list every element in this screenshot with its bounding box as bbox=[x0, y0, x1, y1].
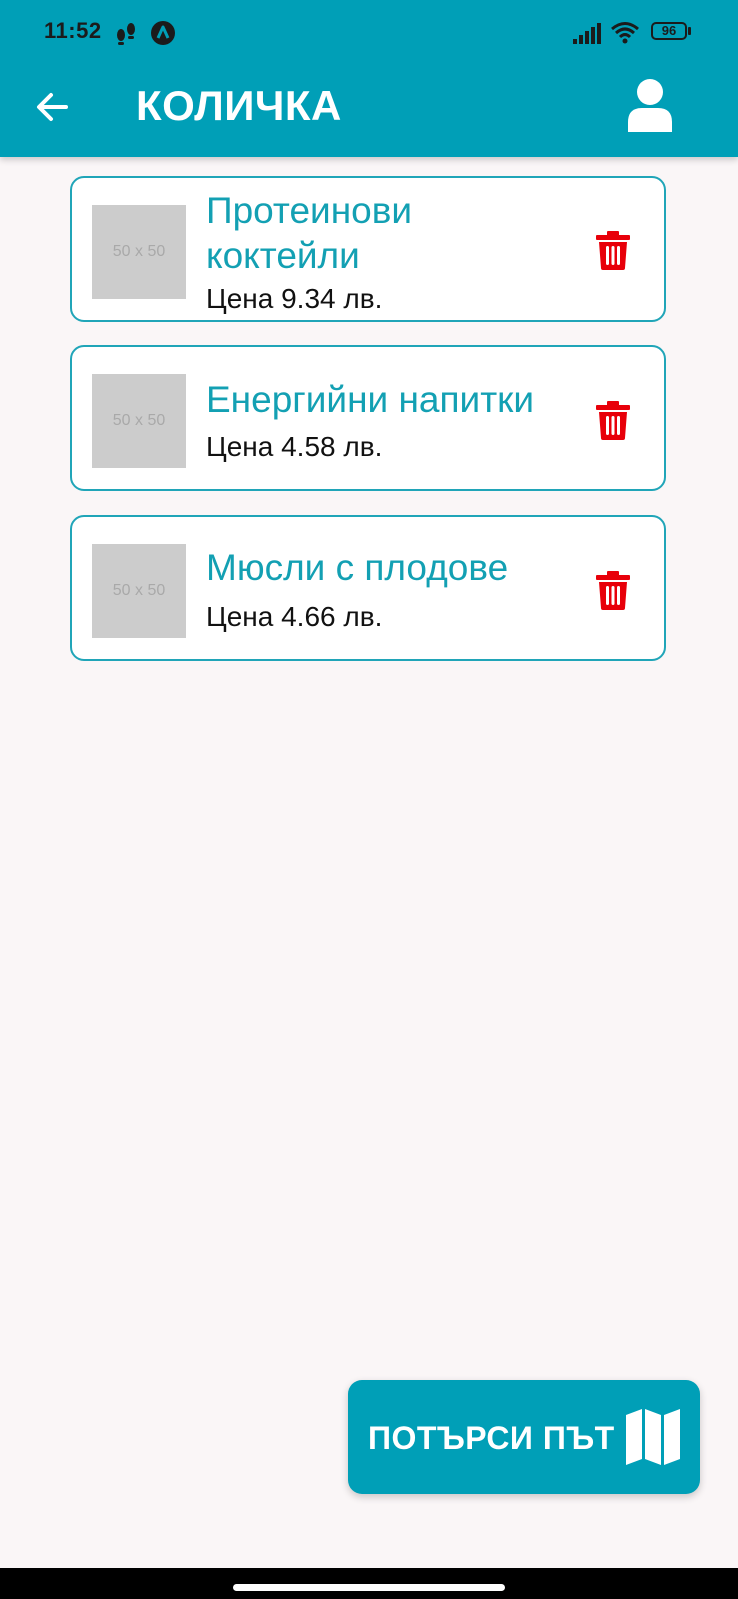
thumbnail-placeholder-text: 50 x 50 bbox=[112, 412, 166, 429]
product-name-line: коктейли bbox=[206, 235, 360, 276]
wifi-icon bbox=[611, 22, 639, 44]
product-name: Енергийни напитки bbox=[206, 379, 534, 420]
thumbnail-placeholder-text: 50 x 50 bbox=[112, 243, 166, 260]
product-thumbnail: 50 x 50 bbox=[92, 544, 186, 638]
find-route-label: ПОТЪРСИ ПЪТ bbox=[368, 1420, 615, 1456]
battery-icon: 96 bbox=[651, 22, 691, 42]
status-bar: 11:52 96 bbox=[0, 0, 738, 68]
product-price: Цена 9.34 лв. bbox=[206, 283, 383, 314]
app-notification-icon bbox=[151, 21, 175, 45]
cart-item: 50 x 50 Мюсли с плодове Цена 4.66 лв. bbox=[70, 515, 666, 661]
product-price: Цена 4.58 лв. bbox=[206, 431, 383, 462]
user-icon[interactable] bbox=[626, 78, 674, 132]
cart-item: 50 x 50 Протеинови коктейли Цена 9.34 лв… bbox=[70, 176, 666, 322]
back-arrow-icon[interactable] bbox=[30, 84, 76, 130]
product-name: Мюсли с плодове bbox=[206, 547, 509, 588]
cart-item: 50 x 50 Енергийни напитки Цена 4.58 лв. bbox=[70, 345, 666, 491]
signal-icon bbox=[573, 23, 601, 44]
trash-icon[interactable] bbox=[595, 230, 631, 270]
find-route-button[interactable]: ПОТЪРСИ ПЪТ bbox=[348, 1380, 700, 1494]
status-time: 11:52 bbox=[44, 18, 102, 43]
map-icon bbox=[626, 1409, 680, 1465]
trash-icon[interactable] bbox=[595, 400, 631, 440]
product-thumbnail: 50 x 50 bbox=[92, 205, 186, 299]
product-name: Протеинови коктейли bbox=[206, 188, 412, 278]
page-title: КОЛИЧКА bbox=[136, 82, 342, 129]
thumbnail-placeholder-text: 50 x 50 bbox=[112, 582, 166, 599]
product-price: Цена 4.66 лв. bbox=[206, 601, 383, 632]
home-indicator[interactable] bbox=[233, 1584, 505, 1591]
trash-icon[interactable] bbox=[595, 570, 631, 610]
app-bar: 11:52 96 КОЛИЧКА bbox=[0, 0, 738, 157]
product-name-line: Протеинови bbox=[206, 190, 413, 231]
product-thumbnail: 50 x 50 bbox=[92, 374, 186, 468]
battery-level: 96 bbox=[661, 23, 677, 38]
footsteps-icon bbox=[117, 23, 135, 45]
